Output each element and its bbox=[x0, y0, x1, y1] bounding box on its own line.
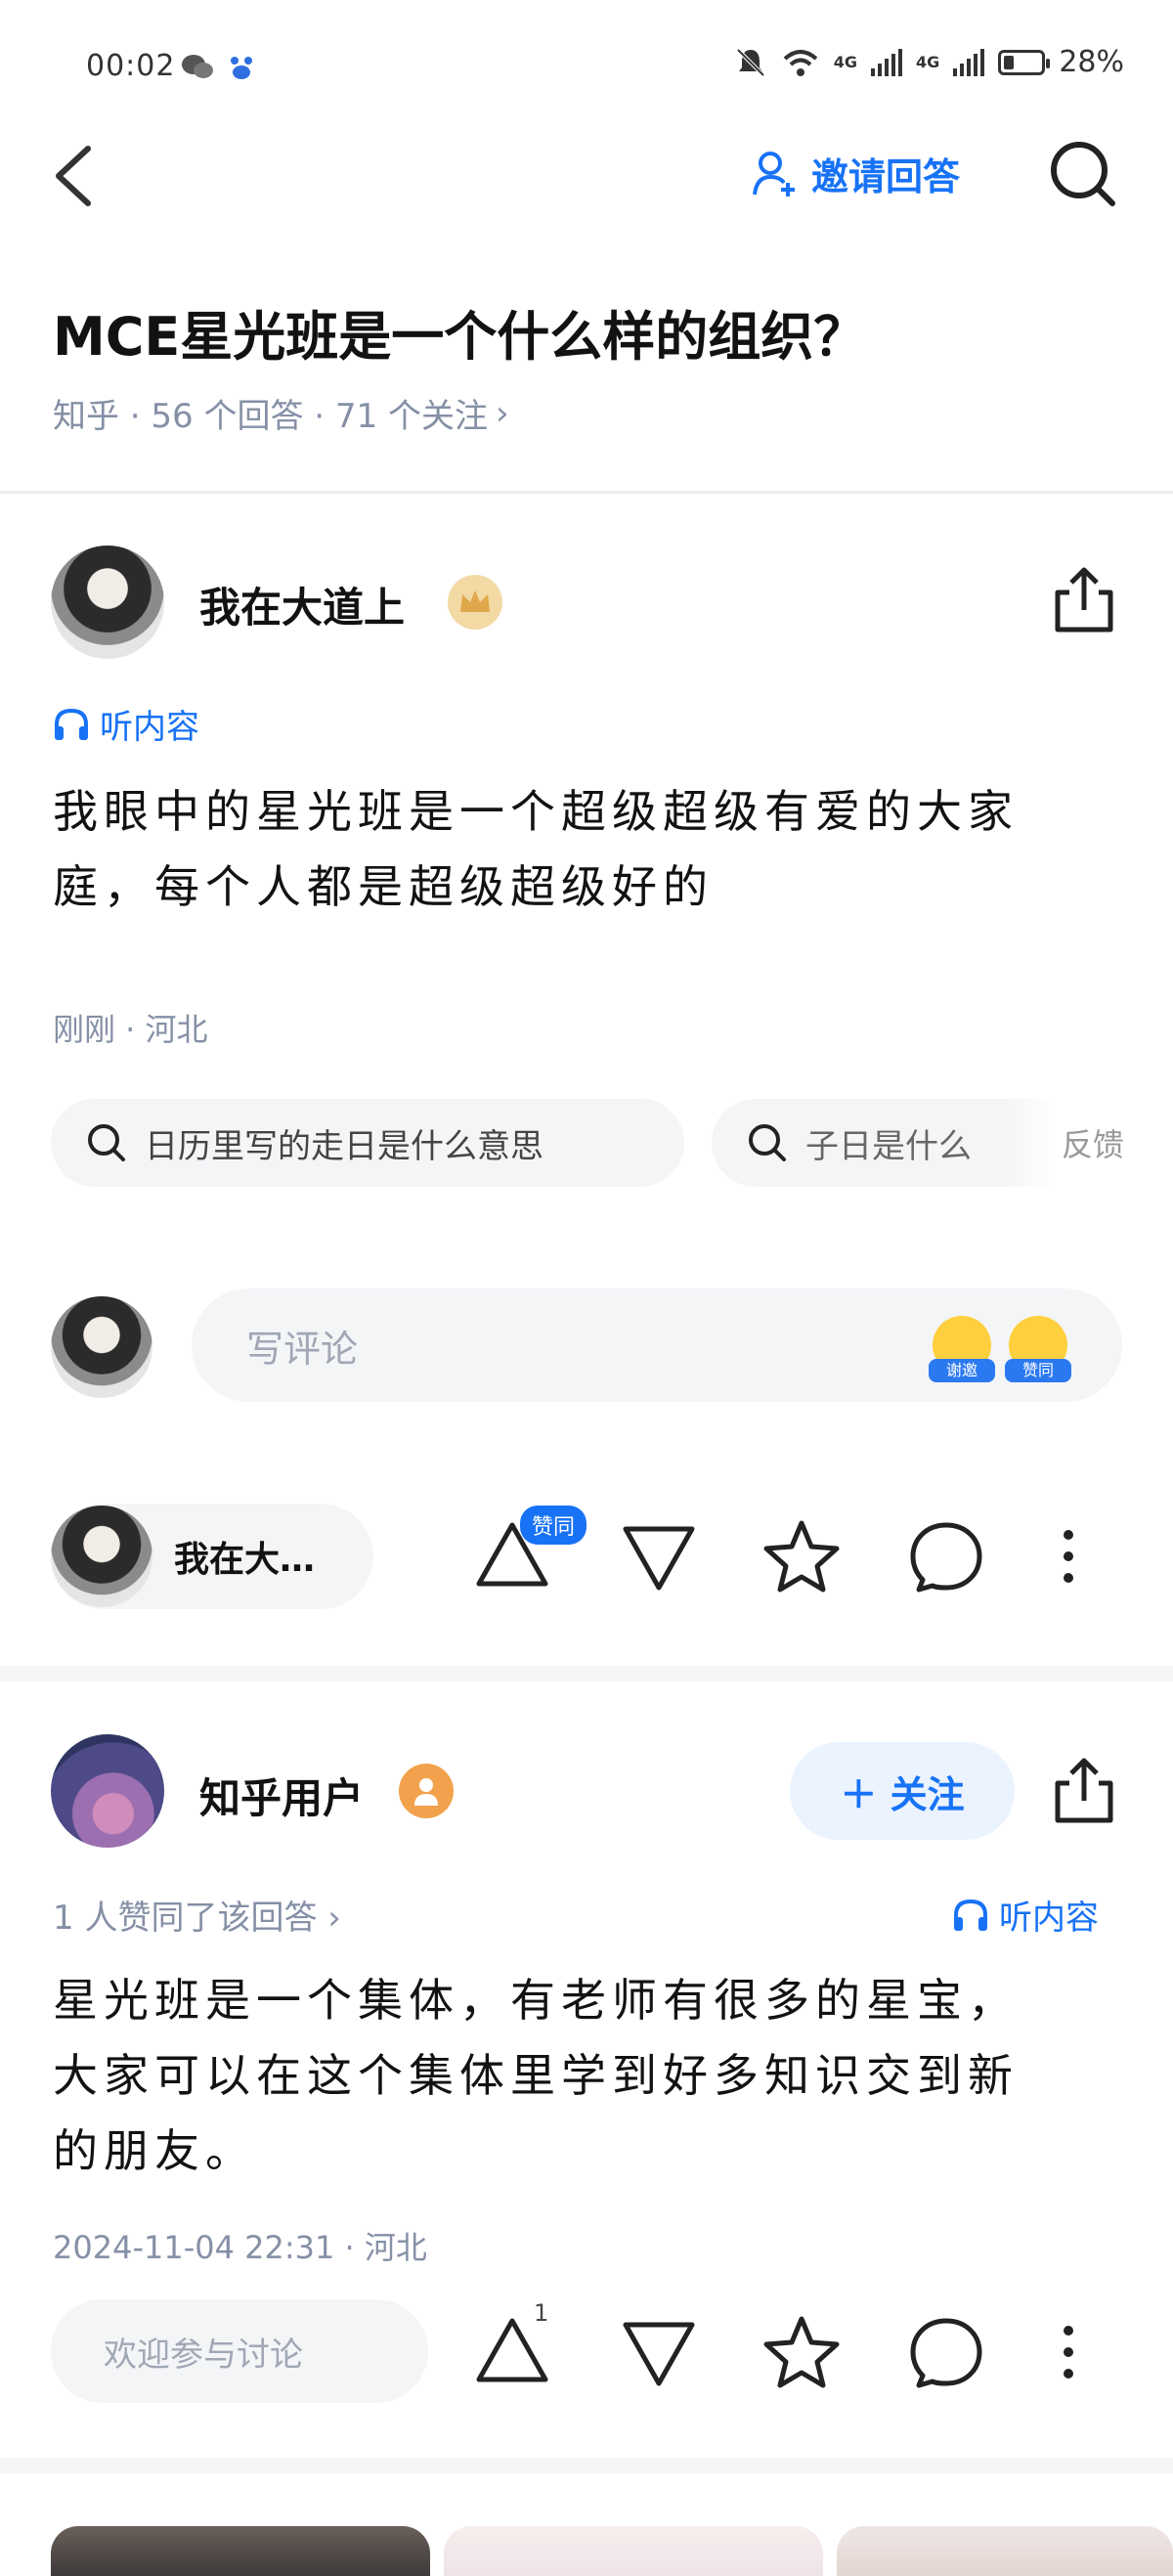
divider bbox=[0, 491, 1173, 494]
question-title[interactable]: MCE星光班是一个什么样的组织？ bbox=[53, 293, 866, 371]
avatar bbox=[51, 1506, 152, 1607]
comment-button[interactable] bbox=[907, 2313, 985, 2395]
favorite-button[interactable] bbox=[762, 2313, 841, 2395]
feed-thumbnail[interactable] bbox=[51, 2526, 430, 2576]
wifi-icon bbox=[783, 49, 818, 76]
favorite-button[interactable] bbox=[762, 1517, 841, 1599]
share-icon bbox=[1055, 1758, 1113, 1823]
search-button[interactable] bbox=[1048, 139, 1118, 209]
comment-button[interactable] bbox=[907, 1517, 985, 1599]
feedback-button[interactable]: 反馈 bbox=[1007, 1099, 1124, 1187]
invite-user-icon bbox=[753, 151, 795, 196]
baidu-icon bbox=[227, 53, 256, 86]
answer-text-line: 大家可以在这个集体里学到好多知识交到新 bbox=[53, 2049, 1019, 2102]
listen-content-label: 听内容 bbox=[100, 708, 199, 747]
share-button[interactable] bbox=[1052, 1756, 1116, 1830]
author-name[interactable]: 我在大道上 bbox=[199, 575, 405, 634]
section-divider bbox=[0, 2458, 1173, 2473]
search-icon bbox=[1051, 142, 1115, 206]
crown-badge-icon bbox=[448, 575, 502, 630]
upvote-badge: 赞同 bbox=[520, 1506, 587, 1545]
mute-bell-icon bbox=[736, 48, 765, 76]
downvote-button[interactable] bbox=[620, 1519, 698, 1601]
star-icon bbox=[763, 1520, 840, 1593]
more-icon bbox=[1064, 1530, 1073, 1583]
back-button[interactable] bbox=[47, 137, 106, 215]
related-search-text: 日历里写的走日是什么意思 bbox=[145, 1126, 543, 1166]
emoji-thanks-button[interactable]: 谢邀 bbox=[929, 1316, 995, 1382]
answer-text-line: 星光班是一个集体，有老师有很多的星宝， bbox=[53, 1974, 1019, 2027]
upvote-info[interactable]: 1 人赞同了该回答 › bbox=[53, 1891, 341, 1939]
downvote-icon bbox=[623, 1526, 695, 1591]
author-pill[interactable]: 我在大… bbox=[51, 1504, 373, 1609]
star-icon bbox=[763, 2316, 840, 2388]
listen-content-button[interactable]: 听内容 bbox=[53, 700, 199, 748]
status-indicators: 4G 4G 28% bbox=[734, 45, 1124, 79]
author-name[interactable]: 知乎用户 bbox=[199, 1766, 364, 1825]
feed-thumbnail[interactable] bbox=[444, 2526, 823, 2576]
signal-icon-2 bbox=[953, 48, 985, 76]
network-type-2: 4G bbox=[916, 53, 940, 71]
section-divider bbox=[0, 1666, 1173, 1681]
related-search-chip[interactable]: 日历里写的走日是什么意思 bbox=[51, 1099, 684, 1187]
comment-icon bbox=[910, 2318, 982, 2388]
author-short-name: 我在大… bbox=[174, 1540, 316, 1580]
follow-button[interactable]: ＋ 关注 bbox=[790, 1742, 1015, 1840]
more-button[interactable] bbox=[1054, 1517, 1083, 1599]
user-badge-icon bbox=[399, 1764, 454, 1818]
chevron-right-icon: › bbox=[496, 393, 509, 433]
headphones-icon bbox=[55, 708, 88, 740]
status-bar: 00:02 4G 4G 28% bbox=[0, 0, 1173, 137]
status-time: 00:02 bbox=[86, 49, 176, 83]
avatar[interactable] bbox=[51, 546, 164, 659]
emoji-label: 谢邀 bbox=[929, 1359, 995, 1382]
answer-content[interactable]: 我眼中的星光班是一个超级超级有爱的大家 庭，每个人都是超级超级好的 bbox=[53, 774, 1019, 925]
avatar[interactable] bbox=[51, 1734, 164, 1848]
answer-meta: 刚刚 · 河北 bbox=[53, 1011, 208, 1048]
network-type-1: 4G bbox=[833, 53, 858, 71]
more-icon bbox=[1064, 2326, 1073, 2379]
wechat-icon bbox=[180, 53, 215, 86]
answer-text-line: 我眼中的星光班是一个超级超级有爱的大家 bbox=[53, 785, 1019, 838]
feedback-label: 反馈 bbox=[1061, 1126, 1124, 1163]
search-icon bbox=[749, 1124, 786, 1161]
comment-icon bbox=[910, 1522, 982, 1593]
emoji-agree-button[interactable]: 赞同 bbox=[1005, 1316, 1071, 1382]
share-button[interactable] bbox=[1052, 565, 1116, 639]
discuss-input[interactable]: 欢迎参与讨论 bbox=[51, 2299, 428, 2403]
signal-icon-1 bbox=[871, 48, 903, 76]
more-button[interactable] bbox=[1054, 2313, 1083, 2395]
discuss-placeholder: 欢迎参与讨论 bbox=[104, 2335, 303, 2375]
answer-content[interactable]: 星光班是一个集体，有老师有很多的星宝， 大家可以在这个集体里学到好多知识交到新 … bbox=[53, 1963, 1138, 2189]
emoji-label: 赞同 bbox=[1005, 1359, 1071, 1382]
battery-percent: 28% bbox=[1059, 45, 1124, 79]
listen-content-button[interactable]: 听内容 bbox=[952, 1891, 1099, 1939]
avatar bbox=[51, 1296, 152, 1398]
downvote-button[interactable] bbox=[620, 2315, 698, 2397]
battery-icon bbox=[998, 49, 1051, 75]
answer-meta: 2024-11-04 22:31 · 河北 bbox=[53, 2229, 427, 2266]
headphones-icon bbox=[954, 1899, 987, 1931]
related-search-text: 子日是什么 bbox=[805, 1126, 972, 1166]
invite-answer-label: 邀请回答 bbox=[811, 155, 961, 198]
answer-text-line: 庭，每个人都是超级超级好的 bbox=[53, 860, 714, 913]
invite-answer-button[interactable]: 邀请回答 bbox=[753, 147, 960, 200]
comment-input[interactable]: 写评论 谢邀 赞同 bbox=[192, 1288, 1122, 1402]
back-icon bbox=[56, 146, 91, 206]
answer-text-line: 的朋友。 bbox=[53, 2124, 256, 2177]
question-meta-text: 知乎 · 56 个回答 · 71 个关注 bbox=[53, 397, 488, 436]
share-icon bbox=[1055, 567, 1113, 633]
question-meta[interactable]: 知乎 · 56 个回答 · 71 个关注 › bbox=[53, 389, 509, 437]
downvote-icon bbox=[623, 2322, 695, 2386]
search-icon bbox=[88, 1124, 125, 1161]
comment-placeholder: 写评论 bbox=[246, 1327, 359, 1371]
listen-content-label: 听内容 bbox=[999, 1899, 1099, 1938]
upvote-count: 1 bbox=[534, 2299, 549, 2327]
feed-thumbnail[interactable] bbox=[837, 2526, 1173, 2576]
